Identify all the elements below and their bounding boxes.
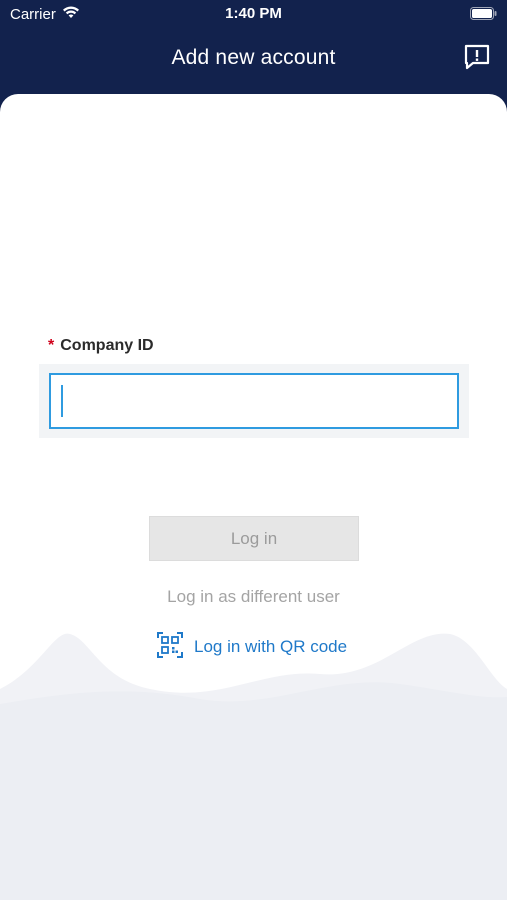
nav-bar: Add new account <box>0 30 507 92</box>
login-qr-link[interactable]: Log in with QR code <box>157 631 348 663</box>
required-marker: * <box>48 337 55 354</box>
company-id-label-text: Company ID <box>60 337 154 354</box>
mountain-background <box>0 633 507 900</box>
company-id-label: * Company ID <box>48 337 154 355</box>
qr-link-label: Log in with QR code <box>194 637 348 656</box>
status-bar: Carrier 1:40 PM <box>0 0 507 30</box>
feedback-icon <box>463 43 491 76</box>
feedback-button[interactable] <box>463 43 491 76</box>
text-caret <box>61 385 63 417</box>
company-id-field-container <box>39 364 469 438</box>
status-time: 1:40 PM <box>225 5 282 22</box>
login-button[interactable]: Log in <box>149 516 359 561</box>
page-title: Add new account <box>171 46 336 69</box>
company-id-input[interactable] <box>49 373 459 429</box>
login-different-user-link[interactable]: Log in as different user <box>0 587 507 607</box>
battery-icon <box>470 7 497 20</box>
qr-code-icon <box>157 631 183 663</box>
content-sheet: * Company ID Log in Log in as different u… <box>0 94 507 900</box>
